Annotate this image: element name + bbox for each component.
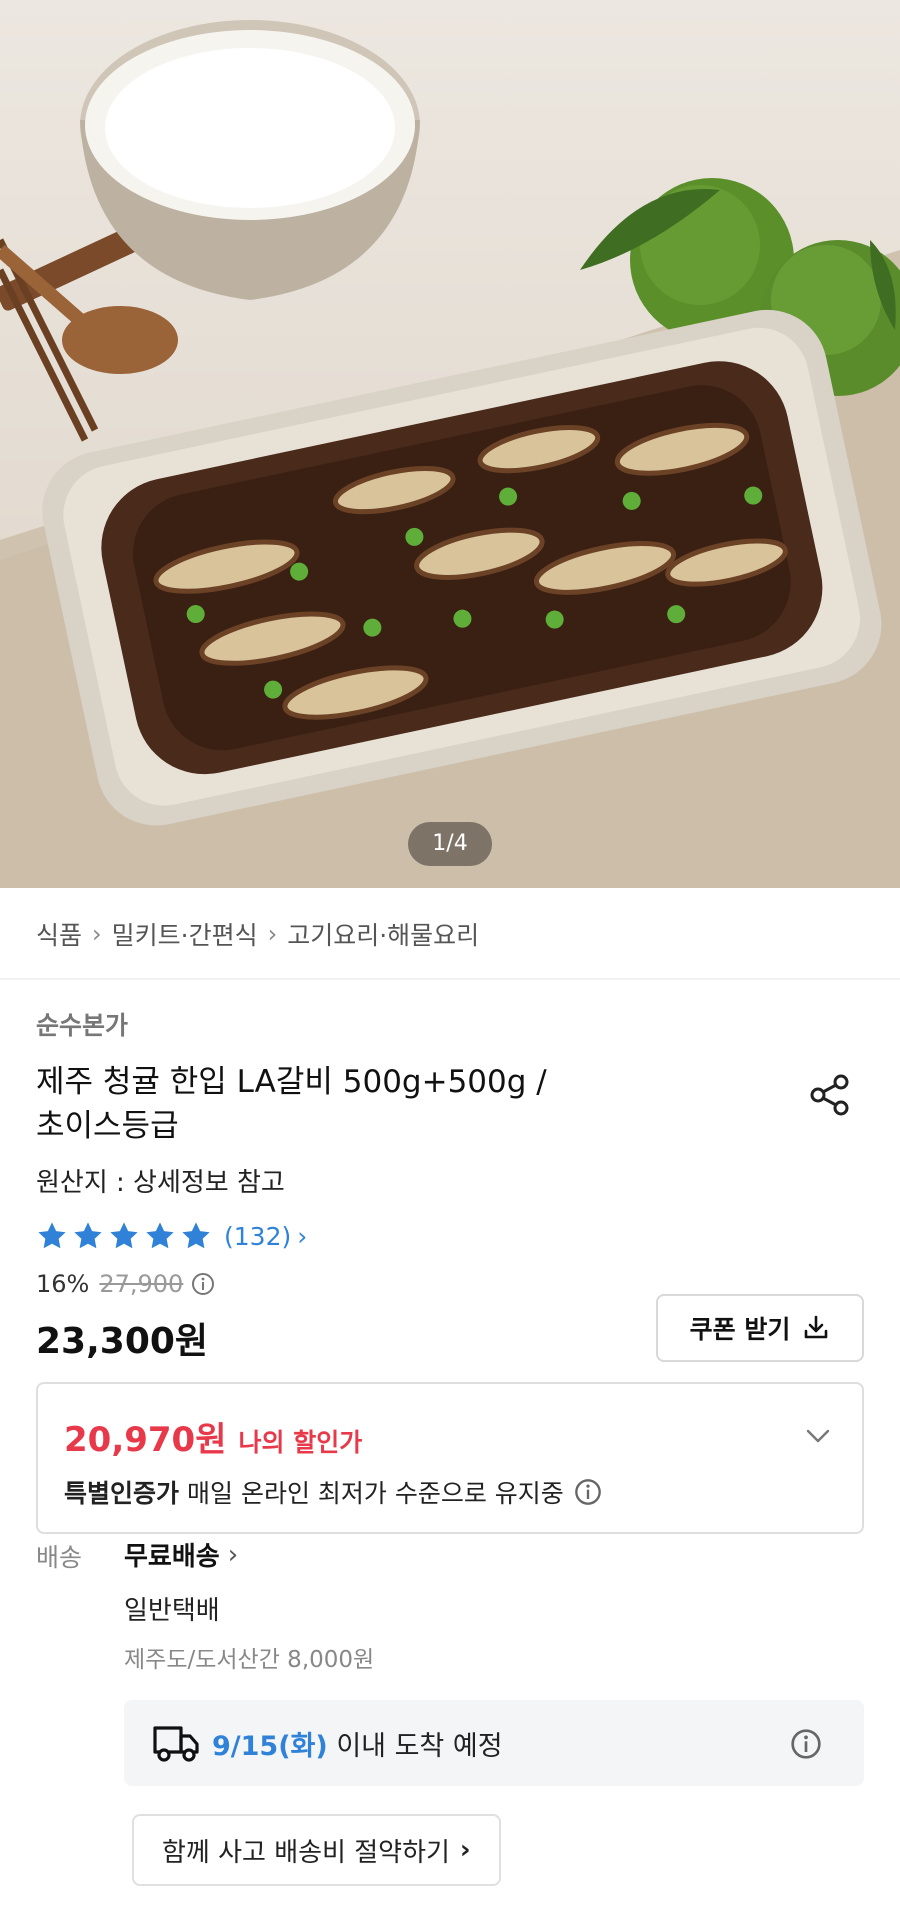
- share-icon: [810, 1074, 849, 1116]
- star-icon: [110, 1222, 138, 1249]
- eta-text: 9/15(화) 이내 도착 예정: [212, 1724, 503, 1763]
- chevron-right-icon: ›: [459, 1835, 471, 1865]
- star-rating: [36, 1220, 212, 1252]
- delivery-eta-box: 9/15(화) 이내 도착 예정: [124, 1700, 864, 1786]
- chevron-right-icon: ›: [92, 920, 102, 948]
- product-title-line-1: 제주 청귤 한입 LA갈비 500g+500g /: [36, 1064, 547, 1100]
- brand-link[interactable]: 순수본가: [36, 1006, 128, 1042]
- my-discount-price-panel[interactable]: 20,970원 나의 할인가 특별인증가 매일 온라인 최저가 수준으로 유지중: [36, 1382, 864, 1534]
- chevron-down-icon[interactable]: [802, 1420, 834, 1452]
- star-icon: [74, 1222, 102, 1249]
- shipping-label: 배송: [36, 1543, 83, 1572]
- cert-text: 매일 온라인 최저가 수준으로 유지중: [187, 1479, 564, 1508]
- product-photo: [0, 20, 900, 888]
- truck-icon: [153, 1726, 199, 1762]
- shipping-type: 일반택배: [124, 1596, 220, 1626]
- info-icon[interactable]: [574, 1478, 602, 1506]
- product-title: 제주 청귤 한입 LA갈비 500g+500g / 초이스등급: [36, 1060, 636, 1148]
- cert-badge: 특별인증가: [64, 1479, 180, 1508]
- star-icon: [38, 1222, 66, 1249]
- my-price-label: 나의 할인가: [238, 1428, 363, 1457]
- my-price-value: 20,970원: [64, 1420, 227, 1460]
- info-icon[interactable]: [191, 1272, 215, 1296]
- download-icon: [805, 1315, 828, 1339]
- info-icon[interactable]: [790, 1728, 822, 1760]
- coupon-download-button[interactable]: 쿠폰 받기: [656, 1294, 864, 1362]
- my-price-row: 20,970원 나의 할인가: [64, 1412, 362, 1461]
- share-button[interactable]: [804, 1068, 858, 1122]
- original-price: 27,900: [99, 1270, 184, 1298]
- eta-suffix: 이내 도착 예정: [327, 1731, 503, 1762]
- sale-price: 23,300원: [36, 1321, 209, 1362]
- coupon-label: 쿠폰 받기: [689, 1315, 791, 1344]
- carousel-pager: 1/4: [408, 822, 492, 866]
- shipping-extra-fee: 제주도/도서산간 8,000원: [124, 1647, 375, 1673]
- chevron-right-icon: ›: [227, 1539, 239, 1570]
- bundle-save-shipping-button[interactable]: 함께 사고 배송비 절약하기 ›: [132, 1814, 501, 1886]
- star-icon: [182, 1222, 210, 1249]
- rating-summary[interactable]: (132) ›: [36, 1216, 307, 1256]
- chevron-right-icon: ›: [267, 920, 278, 948]
- breadcrumb-item-meat-seafood[interactable]: 고기요리·해물요리: [287, 916, 479, 952]
- breadcrumb-item-food[interactable]: 식품: [36, 916, 82, 952]
- discount-row: 16% 27,900: [36, 1270, 215, 1298]
- star-icon: [146, 1222, 174, 1249]
- breadcrumb-item-mealkit[interactable]: 밀키트·간편식: [112, 916, 258, 952]
- free-shipping-link[interactable]: 무료배송 ›: [124, 1536, 238, 1573]
- chevron-right-icon: ›: [297, 1221, 308, 1251]
- product-image-carousel[interactable]: 1/4: [0, 0, 900, 888]
- review-count[interactable]: (132): [224, 1222, 291, 1251]
- certified-price-note: 특별인증가 매일 온라인 최저가 수준으로 유지중: [64, 1474, 602, 1510]
- bundle-label: 함께 사고 배송비 절약하기: [162, 1837, 450, 1868]
- free-shipping-text: 무료배송: [124, 1542, 220, 1572]
- breadcrumb: 식품 › 밀키트·간편식 › 고기요리·해물요리: [36, 914, 479, 954]
- divider: [0, 978, 900, 980]
- product-title-line-2: 초이스등급: [36, 1108, 179, 1144]
- discount-percent: 16%: [36, 1270, 90, 1298]
- eta-date: 9/15(화): [212, 1731, 328, 1762]
- origin-info: 원산지 : 상세정보 참고: [36, 1168, 285, 1198]
